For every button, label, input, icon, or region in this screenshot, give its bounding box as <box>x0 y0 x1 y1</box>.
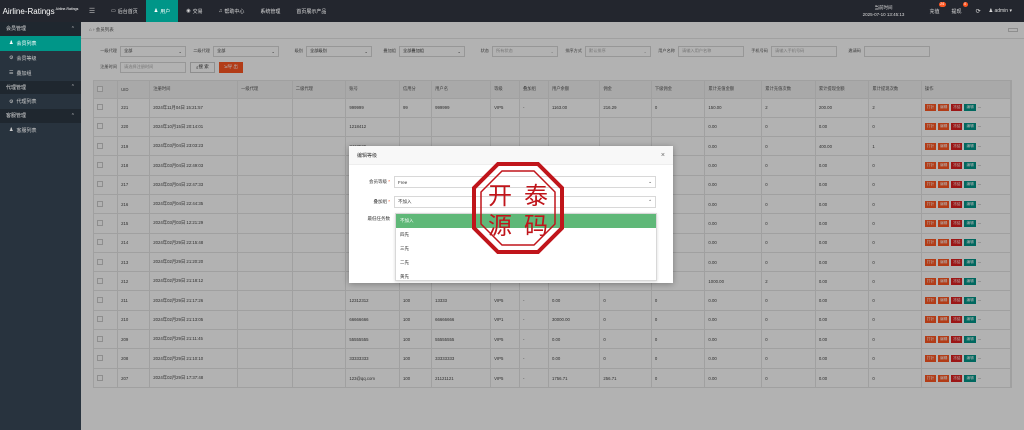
stamp-char: 源 <box>488 212 512 240</box>
chevron-down-icon: ⌄ <box>648 179 652 184</box>
sidebar-item-label: 会员列表 <box>16 40 37 47</box>
withdraw-badge: 0 <box>962 2 968 7</box>
eye-icon: ◉ <box>186 8 191 14</box>
user-icon: ♟ <box>9 40 14 46</box>
sidebar-group-label: 代理管理 <box>6 84 27 91</box>
stack-group-value: 不加入 <box>398 199 412 204</box>
sidebar-item-label: 会员等级 <box>16 55 37 62</box>
withdraw-button[interactable]: 提现 0 <box>951 0 968 22</box>
chevron-up-icon: ⌃ <box>70 112 75 119</box>
nav-users[interactable]: ♟ 用户 <box>145 0 179 22</box>
stamp-char: 码 <box>524 212 548 240</box>
monitor-icon: ▭ <box>111 8 116 14</box>
chevron-up-icon: ⌃ <box>70 25 75 32</box>
sidebar-group-label: 客服管理 <box>6 113 27 120</box>
sidebar-group-members[interactable]: 会员管理 ⌃ <box>0 22 81 36</box>
sidebar-item-member-list[interactable]: ♟ 会员列表 <box>0 35 81 51</box>
modal-title: 编辑等级 <box>357 152 378 159</box>
top-right-tools: 当前时间 2025-07-10 13:45:13 充值 24 提现 0 ⟳ ♟ ad… <box>852 0 1024 22</box>
list-icon: ☰ <box>9 70 14 76</box>
chevron-down-icon: ▾ <box>1009 8 1012 14</box>
sidebar-group-label: 会员管理 <box>6 26 27 33</box>
user-icon: ♟ <box>153 8 159 14</box>
dropdown-option[interactable]: 二先 <box>396 256 656 270</box>
required-mark: * <box>388 199 390 204</box>
level-field-label: 会员等级 * <box>349 179 394 185</box>
headset-icon: ♫ <box>218 8 223 14</box>
brand-sup: Airline-Ratings <box>55 6 79 11</box>
nav-label: 用户 <box>160 8 171 15</box>
sidebar-item-service-list[interactable]: ♟ 客服列表 <box>0 123 81 138</box>
nav-products[interactable]: 首页展示产品 <box>288 0 334 22</box>
close-icon[interactable]: × <box>661 152 665 159</box>
sidebar-item-label: 客服列表 <box>16 127 37 134</box>
top-nav: ▭ 后台首页 ♟ 用户 ◉ 交易 ♫ 帮助中心 系统管理 首页展示产品 <box>103 0 334 22</box>
recharge-button[interactable]: 充值 24 <box>929 0 946 22</box>
admin-label: admin <box>994 8 1009 14</box>
menu-toggle-icon[interactable]: ☰ <box>81 0 103 22</box>
link-icon: ⚙ <box>9 98 14 105</box>
sidebar: 会员管理 ⌃ ♟ 会员列表 ⚙ 会员等级 ☰ 叠加组 代理管理 ⌃ ⚙ 代理列表 客服管理 ⌃… <box>0 22 81 430</box>
sidebar-group-service[interactable]: 客服管理 ⌃ <box>0 109 81 123</box>
nav-label: 交易 <box>192 8 203 15</box>
nav-trade[interactable]: ◉ 交易 <box>178 0 210 22</box>
sidebar-group-agents[interactable]: 代理管理 ⌃ <box>0 80 81 94</box>
brand-logo[interactable]: Airline-Ratings Airline-Ratings <box>0 0 81 22</box>
nav-label: 系统管理 <box>260 8 281 15</box>
nav-label: 首页展示产品 <box>296 8 327 15</box>
count-row: 最低任务数 <box>349 216 394 222</box>
stamp-char: 泰 <box>524 182 548 210</box>
top-bar: Airline-Ratings Airline-Ratings ☰ ▭ 后台首页 … <box>0 0 1024 22</box>
users-icon: ♟ <box>9 127 14 133</box>
nav-label: 帮助中心 <box>224 8 245 15</box>
required-mark: * <box>388 179 390 184</box>
sidebar-item-agent-list[interactable]: ⚙ 代理列表 <box>0 94 81 109</box>
refresh-icon[interactable]: ⟳ <box>976 8 981 15</box>
clock-label: 当前时间 <box>874 5 893 10</box>
clock: 当前时间 2025-07-10 13:45:13 <box>852 4 916 18</box>
sidebar-item-label: 代理列表 <box>16 99 37 105</box>
dropdown-option[interactable]: 黄先 <box>396 270 656 284</box>
chevron-up-icon: ⌃ <box>648 199 652 204</box>
watermark-stamp: 开 泰 源 码 <box>472 162 564 254</box>
recharge-label: 充值 <box>929 8 940 15</box>
nav-help[interactable]: ♫ 帮助中心 <box>211 0 253 22</box>
sidebar-item-stack-group[interactable]: ☰ 叠加组 <box>0 66 81 81</box>
withdraw-label: 提现 <box>951 8 962 15</box>
group-field-label: 叠加组 * <box>349 199 394 205</box>
chevron-up-icon: ⌃ <box>70 84 75 91</box>
level-label-text: 会员等级 <box>368 179 387 184</box>
group-label-text: 叠加组 <box>373 199 387 204</box>
admin-menu[interactable]: ♟ admin ▾ <box>989 8 1012 14</box>
nav-home[interactable]: ▭ 后台首页 <box>103 0 146 22</box>
member-level-value: Free <box>398 179 408 185</box>
recharge-badge: 24 <box>938 2 946 7</box>
clock-value: 2025-07-10 13:45:13 <box>862 12 905 17</box>
sidebar-item-label: 叠加组 <box>16 70 32 77</box>
stamp-char: 开 <box>488 182 512 210</box>
brand-name: Airline-Ratings <box>2 6 55 16</box>
nav-system[interactable]: 系统管理 <box>252 0 288 22</box>
min-task-count-label: 最低任务数 <box>367 216 391 221</box>
nav-label: 后台首页 <box>117 8 138 15</box>
link-icon: ⚙ <box>9 55 14 61</box>
sidebar-item-member-level[interactable]: ⚙ 会员等级 <box>0 51 81 66</box>
